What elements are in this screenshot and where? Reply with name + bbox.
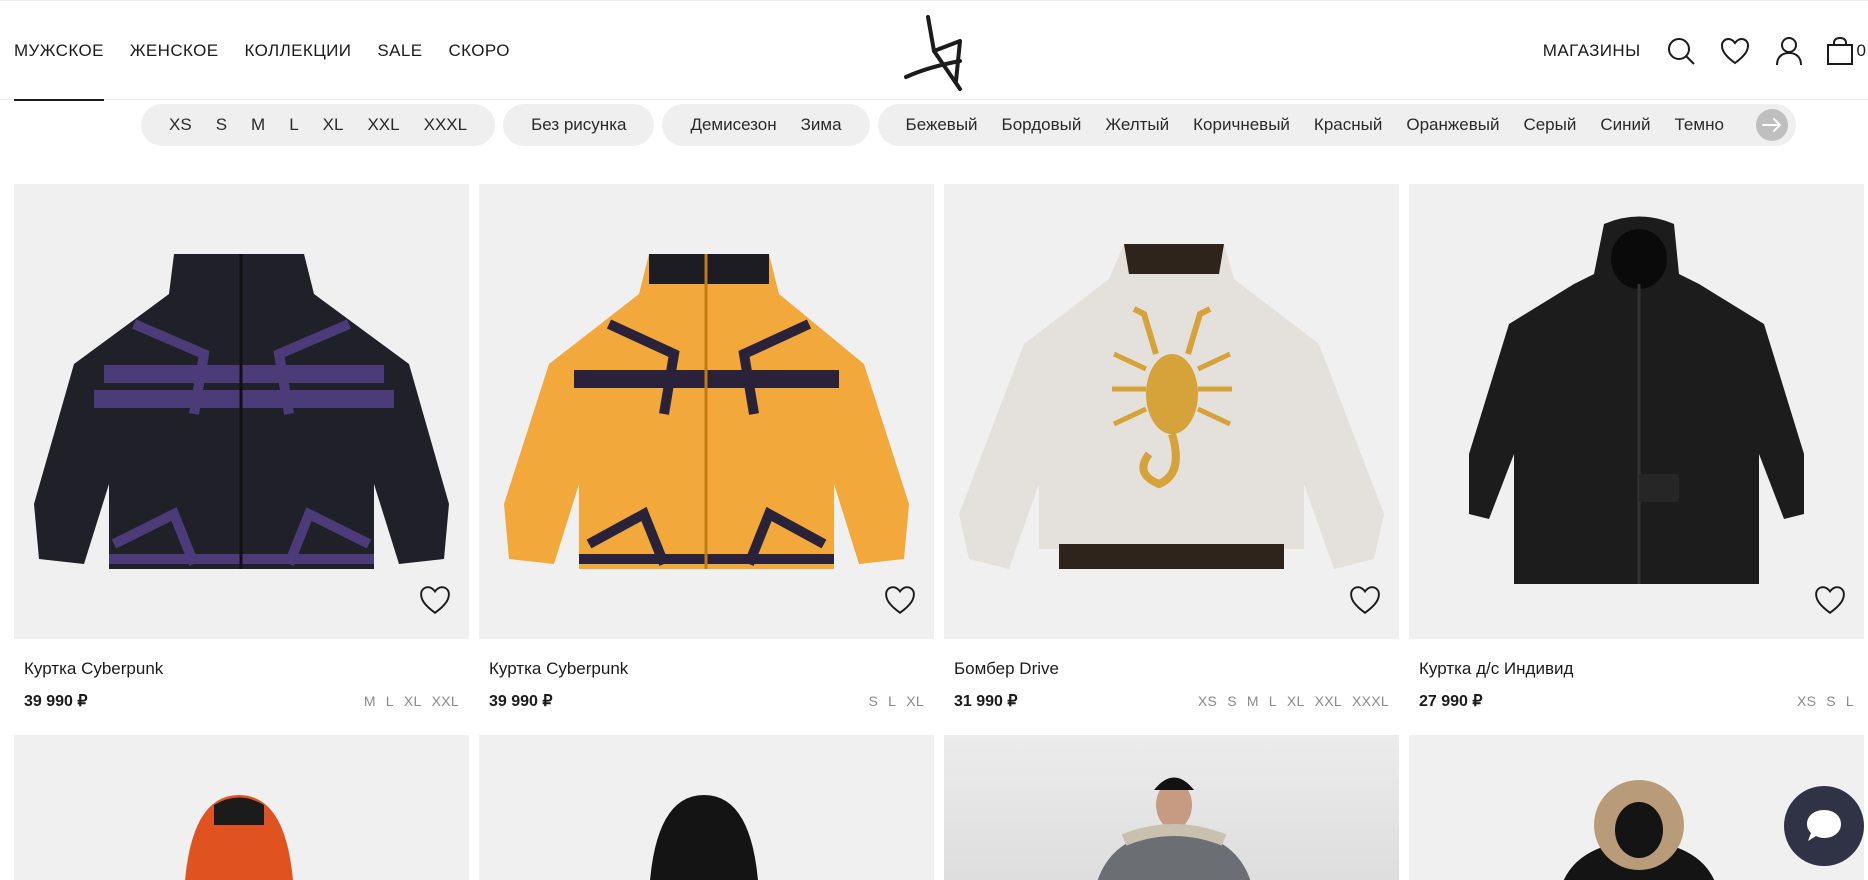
bag-icon	[1826, 36, 1853, 65]
size-label: XXL	[431, 693, 459, 709]
size-label: XXXL	[1352, 693, 1389, 709]
size-label: XL	[906, 693, 924, 709]
product-name[interactable]: Куртка д/с Индивид	[1419, 659, 1864, 679]
product-sizes: XS S L	[1797, 693, 1854, 709]
favorite-heart-icon[interactable]	[884, 585, 916, 617]
color-filter-dark[interactable]: Темно	[1663, 115, 1736, 135]
size-label: L	[1268, 693, 1277, 709]
product-sizes: M L XL XXL	[364, 693, 459, 709]
chat-bubble-icon	[1807, 810, 1841, 841]
product-card[interactable]: Куртка Cyberpunk 39 990 ₽ S L XL	[479, 184, 934, 711]
size-label: XS	[1796, 693, 1817, 709]
color-filter-blue[interactable]: Синий	[1588, 115, 1662, 135]
size-label: S	[868, 693, 879, 709]
account-icon[interactable]	[1771, 33, 1807, 69]
size-filter-xs[interactable]: XS	[157, 115, 204, 135]
product-price: 39 990 ₽	[24, 693, 88, 710]
site-header: МУЖСКОЕ ЖЕНСКОЕ КОЛЛЕКЦИИ SALE СКОРО МАГ…	[0, 0, 1868, 101]
size-filter-xxxl[interactable]: XXXL	[412, 115, 479, 135]
filter-bar: XS S M L XL XXL XXXL Без рисунка Демисез…	[141, 104, 1796, 146]
size-label: M	[1246, 693, 1259, 709]
favorite-heart-icon[interactable]	[1349, 585, 1381, 617]
size-label: XS	[1197, 693, 1218, 709]
product-card[interactable]: Бомбер Drive 31 990 ₽ XS S M L XL XXL XX…	[944, 184, 1399, 711]
color-filter-red[interactable]: Красный	[1302, 115, 1394, 135]
color-filter-brown[interactable]: Коричневый	[1181, 115, 1302, 135]
size-label: XL	[1286, 693, 1305, 709]
product-grid: Куртка Cyberpunk 39 990 ₽ M L XL XXL Кур…	[14, 184, 1864, 711]
header-actions: МАГАЗИНЫ 0	[1543, 1, 1868, 101]
search-icon[interactable]	[1663, 33, 1699, 69]
product-image[interactable]	[14, 735, 469, 880]
size-filter-xxl[interactable]: XXL	[355, 115, 411, 135]
product-card[interactable]: Куртка Cyberpunk 39 990 ₽ M L XL XXL	[14, 184, 469, 711]
favorite-heart-icon[interactable]	[1814, 585, 1846, 617]
nav-women[interactable]: ЖЕНСКОЕ	[130, 1, 219, 101]
brand-logo[interactable]	[898, 11, 978, 91]
size-filter-l[interactable]: L	[277, 115, 310, 135]
nav-collections[interactable]: КОЛЛЕКЦИИ	[245, 1, 352, 101]
product-price: 27 990 ₽	[1419, 693, 1483, 710]
stores-link[interactable]: МАГАЗИНЫ	[1543, 41, 1641, 61]
product-image[interactable]	[14, 184, 469, 639]
cart-button[interactable]: 0	[1825, 36, 1866, 66]
product-price: 39 990 ₽	[489, 693, 553, 710]
chat-widget-button[interactable]	[1784, 786, 1864, 866]
arrow-right-icon[interactable]	[1755, 109, 1788, 141]
nav-sale[interactable]: SALE	[377, 1, 422, 101]
season-filter-demi[interactable]: Демисезон	[678, 115, 788, 135]
size-label: S	[1227, 693, 1237, 709]
size-label: L	[1845, 693, 1854, 709]
product-sizes: XS S M L XL XXL XXXL	[1198, 693, 1389, 709]
season-filter-winter[interactable]: Зима	[789, 115, 854, 135]
product-name[interactable]: Куртка Cyberpunk	[489, 659, 934, 679]
size-label: L	[385, 693, 394, 709]
product-grid-row-2	[14, 735, 1864, 880]
size-label: L	[888, 693, 897, 709]
color-filter-gray[interactable]: Серый	[1511, 115, 1588, 135]
product-sizes: S L XL	[869, 693, 924, 709]
size-filter-m[interactable]: M	[239, 115, 277, 135]
color-filter-beige[interactable]: Бежевый	[894, 115, 990, 135]
size-filter-xl[interactable]: XL	[311, 115, 356, 135]
nav-soon[interactable]: СКОРО	[449, 1, 510, 101]
season-filter-group: Демисезон Зима	[662, 104, 870, 146]
nav-men[interactable]: МУЖСКОЕ	[14, 1, 104, 101]
color-filter-yellow[interactable]: Желтый	[1093, 115, 1181, 135]
product-name[interactable]: Куртка Cyberpunk	[24, 659, 469, 679]
size-label: XXL	[1314, 693, 1342, 709]
size-label: S	[1826, 693, 1836, 709]
product-image[interactable]	[1409, 184, 1864, 639]
product-image[interactable]	[479, 735, 934, 880]
cart-count: 0	[1856, 41, 1866, 60]
product-image[interactable]	[479, 184, 934, 639]
color-filter-orange[interactable]: Оранжевый	[1394, 115, 1511, 135]
size-filter-group: XS S M L XL XXL XXXL	[141, 104, 496, 146]
size-label: M	[363, 693, 376, 709]
product-card[interactable]: Куртка д/с Индивид 27 990 ₽ XS S L	[1409, 184, 1864, 711]
main-nav: МУЖСКОЕ ЖЕНСКОЕ КОЛЛЕКЦИИ SALE СКОРО	[14, 1, 510, 101]
color-filter-group: Бежевый Бордовый Желтый Коричневый Красн…	[877, 104, 1796, 146]
size-label: XL	[403, 693, 422, 709]
product-name[interactable]: Бомбер Drive	[954, 659, 1399, 679]
favorite-heart-icon[interactable]	[419, 585, 451, 617]
pattern-filter-plain[interactable]: Без рисунка	[519, 115, 638, 135]
color-filter-burgundy[interactable]: Бордовый	[990, 115, 1094, 135]
size-filter-s[interactable]: S	[204, 115, 239, 135]
wishlist-icon[interactable]	[1717, 33, 1753, 69]
product-image[interactable]	[944, 184, 1399, 639]
product-photo[interactable]	[944, 735, 1399, 880]
product-price: 31 990 ₽	[954, 693, 1018, 710]
pattern-filter-group: Без рисунка	[503, 104, 655, 146]
